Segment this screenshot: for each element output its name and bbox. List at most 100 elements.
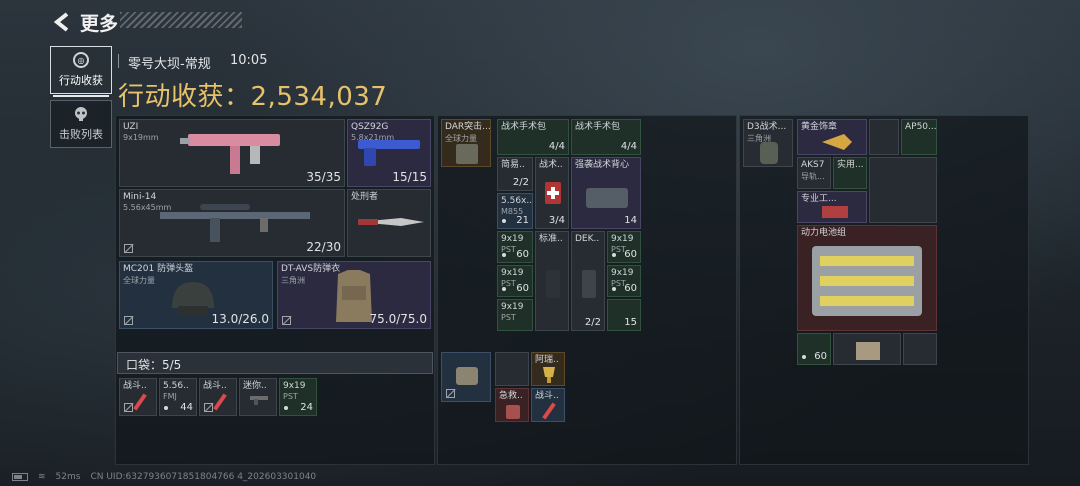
durability: 13.0/26.0 xyxy=(211,312,269,326)
item-sub: PST xyxy=(501,313,516,322)
helmet-slot[interactable]: MC201 防弹头盔 全球力量 13.0/26.0 xyxy=(119,261,273,329)
uid: CN UID:6327936071851804766 4_20260330104… xyxy=(90,472,317,482)
rig-item[interactable]: 15 xyxy=(607,299,641,331)
title-hatch-decoration xyxy=(120,12,242,28)
mini14-slot[interactable]: Mini-14 5.56x45mm 22/30 xyxy=(119,189,345,257)
rig-item[interactable]: 强袭战术背心 14 xyxy=(571,157,641,229)
ammo-dot xyxy=(502,253,506,257)
pistol-icon xyxy=(358,140,420,166)
item-name: 实用... xyxy=(837,160,864,170)
rig-item[interactable]: 9x19 PST 60 xyxy=(607,265,641,297)
item-name: AKS7 xyxy=(801,160,825,170)
rig-item[interactable]: 简易.. 2/2 xyxy=(497,157,533,191)
item-name: 9x19 xyxy=(501,234,524,244)
lock-icon xyxy=(124,244,133,253)
rig-item[interactable]: 战术手术包 4/4 xyxy=(497,119,569,155)
skull-icon xyxy=(75,107,87,121)
armor-slot[interactable]: DT-AVS防弹衣 三角洲 75.0/75.0 xyxy=(277,261,431,329)
pocket-item[interactable]: 迷你.. xyxy=(239,378,277,416)
item-sub: PST xyxy=(283,392,298,401)
item-name: 战术手术包 xyxy=(501,122,547,132)
lock-icon xyxy=(124,403,133,412)
battery-icon xyxy=(812,246,922,316)
page-title: 更多 xyxy=(80,13,119,35)
item-name: 5.56.. xyxy=(163,381,189,391)
backpack-empty xyxy=(903,333,937,365)
container-slot[interactable] xyxy=(441,352,491,402)
container-item[interactable]: 战斗.. xyxy=(531,388,565,422)
item-count: 44 xyxy=(180,402,193,413)
backpack-item[interactable]: 专业工... xyxy=(797,191,867,223)
rig-item[interactable]: 9x19 PST 60 xyxy=(497,231,533,263)
rig-item[interactable]: 5.56x.. M855 21 xyxy=(497,193,533,229)
backpack-item[interactable]: AKS7 导轨... xyxy=(797,157,831,189)
item-name: D3战术... xyxy=(747,122,787,132)
earnings-value: 2,534,037 xyxy=(250,82,388,112)
ammo-count: 22/30 xyxy=(306,240,341,254)
item-sub: 全球力量 xyxy=(123,276,155,285)
syringe-icon xyxy=(213,393,227,411)
pocket-item[interactable]: 9x19 PST 24 xyxy=(279,378,317,416)
backpack-item[interactable]: 实用... xyxy=(833,157,867,189)
item-sub: 导轨... xyxy=(801,172,825,181)
wifi-icon: ≋ xyxy=(38,472,46,482)
item-name: 9x19 xyxy=(283,381,306,391)
backpack-item[interactable]: AP50... xyxy=(901,119,937,155)
item-name: 9x19 xyxy=(501,302,524,312)
uzi-icon xyxy=(180,134,280,174)
item-name: 战术.. xyxy=(539,160,563,170)
container-item[interactable]: 急救.. xyxy=(495,388,529,422)
ammo-dot xyxy=(612,253,616,257)
container-empty xyxy=(495,352,529,386)
item-name: 战斗.. xyxy=(535,391,559,401)
match-time: 10:05 xyxy=(230,53,268,68)
item-name: DAR突击... xyxy=(445,122,491,132)
item-name: 战术手术包 xyxy=(575,122,621,132)
pistol-slot[interactable]: QSZ92G 5.8x21mm 15/15 xyxy=(347,119,431,187)
pocket-item[interactable]: 战斗.. xyxy=(119,378,157,416)
item-name: 急救.. xyxy=(499,391,523,401)
rig-item[interactable]: 9x19 PST xyxy=(497,299,533,331)
item-name: DEK.. xyxy=(575,234,600,244)
earnings-label: 行动收获： xyxy=(118,82,251,112)
backpack-slot[interactable]: D3战术... 三角洲 xyxy=(743,119,793,167)
item-name: AP50... xyxy=(905,122,937,132)
item-count: 2/2 xyxy=(512,177,529,188)
rig-item[interactable]: DEK.. 2/2 xyxy=(571,231,605,331)
durability: 75.0/75.0 xyxy=(369,312,427,326)
item-name: 动力电池组 xyxy=(801,228,847,238)
rig-item[interactable]: 9x19 PST 60 xyxy=(497,265,533,297)
vest-icon xyxy=(586,188,628,208)
device-icon xyxy=(582,270,596,298)
uzi-slot[interactable]: UZI 9x19mm 35/35 xyxy=(119,119,345,187)
backpack-item[interactable]: 动力电池组 xyxy=(797,225,937,331)
back-arrow-icon xyxy=(53,12,69,32)
item-name: 标准.. xyxy=(539,234,563,244)
item-count: 4/4 xyxy=(548,141,565,152)
pocket-item[interactable]: 5.56.. FMJ 44 xyxy=(159,378,197,416)
rig-item[interactable]: 标准.. xyxy=(535,231,569,331)
backpack-item[interactable]: 黄金饰章 xyxy=(797,119,867,155)
knife-icon xyxy=(358,218,424,226)
rig-icon xyxy=(456,144,478,164)
rig-item[interactable]: 战术.. 3/4 xyxy=(535,157,569,229)
knife-slot[interactable]: 处刑者 xyxy=(347,189,431,257)
backpack-item[interactable]: 60 xyxy=(797,333,831,365)
rig-slot[interactable]: DAR突击... 全球力量 xyxy=(441,119,491,167)
lock-icon xyxy=(124,316,133,325)
item-count: 24 xyxy=(300,402,313,413)
rig-item[interactable]: 战术手术包 4/4 xyxy=(571,119,641,155)
badge-icon xyxy=(822,134,852,150)
item-name: MC201 防弹头盔 xyxy=(123,264,194,274)
pocket-item[interactable]: 战斗.. xyxy=(199,378,237,416)
container-item[interactable]: 阿瑞.. xyxy=(531,352,565,386)
rig-item[interactable]: 9x19 PST 60 xyxy=(607,231,641,263)
item-name: UZI xyxy=(123,122,139,132)
ammo-dot xyxy=(612,287,616,291)
item-count: 3/4 xyxy=(548,215,565,226)
tab-kills[interactable]: 击败列表 xyxy=(50,100,112,148)
back-button[interactable] xyxy=(48,8,76,36)
tab-loot[interactable]: ◎ 行动收获 xyxy=(50,46,112,97)
backpack-item[interactable] xyxy=(833,333,901,365)
item-name: QSZ92G xyxy=(351,122,389,132)
